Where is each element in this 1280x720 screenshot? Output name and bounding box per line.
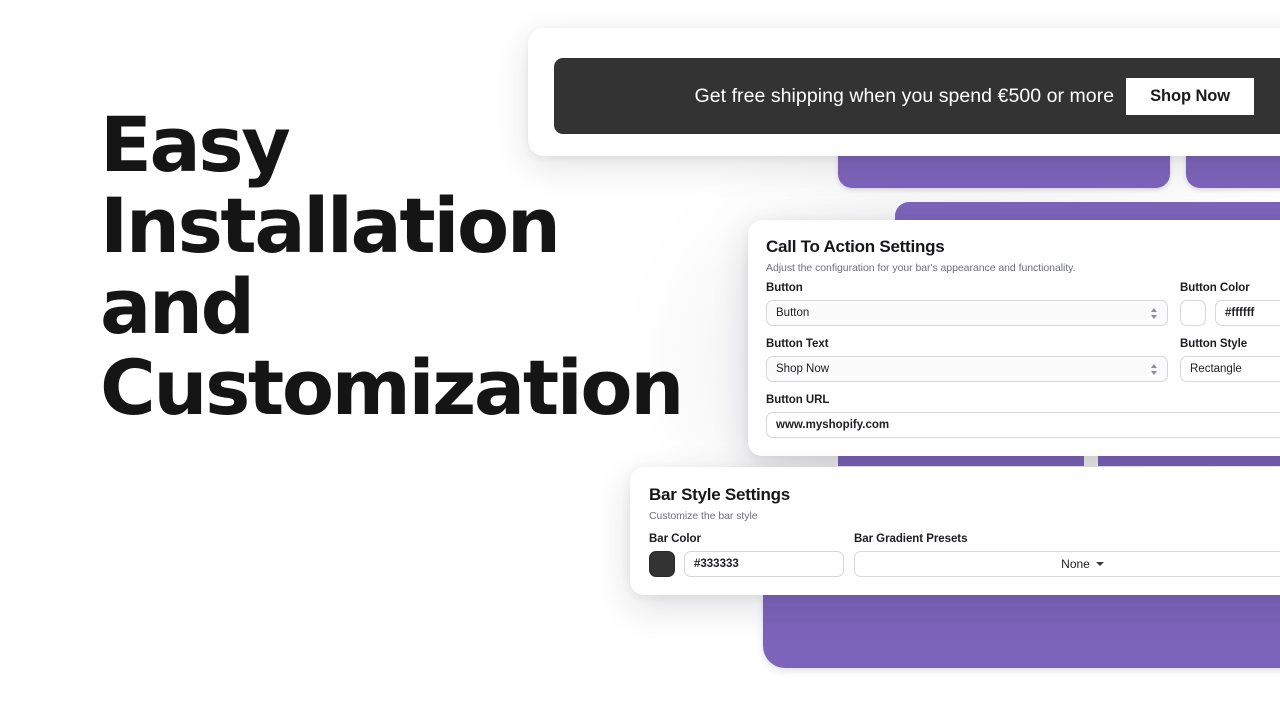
bar-gradient-presets-label: Bar Gradient Presets — [854, 533, 968, 545]
bar-panel-subtitle: Customize the bar style — [649, 510, 758, 522]
button-color-input[interactable]: #ffffff — [1215, 300, 1280, 326]
bar-color-field-label: Bar Color — [649, 533, 701, 545]
button-color-swatch[interactable] — [1180, 300, 1206, 326]
button-field-group: Button Button — [766, 282, 1168, 326]
chevron-down-icon — [1095, 562, 1104, 566]
button-style-select[interactable]: Rectangle — [1180, 356, 1280, 382]
button-select-value: Button — [776, 307, 810, 319]
button-url-input[interactable]: www.myshopify.com — [766, 412, 1280, 438]
bar-gradient-presets-dropdown[interactable]: None — [854, 551, 1280, 577]
chevron-updown-icon — [1149, 362, 1158, 376]
button-text-select[interactable]: Shop Now — [766, 356, 1168, 382]
bar-style-settings-panel: Bar Style Settings Customize the bar sty… — [630, 467, 1280, 595]
button-style-field-group: Button Style Rectangle — [1180, 338, 1280, 382]
bar-gradient-presets-value: None — [1061, 557, 1090, 571]
bar-color-field-group: Bar Color #333333 — [649, 533, 844, 577]
button-text-field-label: Button Text — [766, 338, 829, 350]
button-select[interactable]: Button — [766, 300, 1168, 326]
call-to-action-settings-panel: Call To Action Settings Adjust the confi… — [748, 220, 1280, 456]
announcement-message: Get free shipping when you spend €500 or… — [694, 84, 1115, 107]
button-text-select-value: Shop Now — [776, 363, 830, 375]
bar-gradient-presets-field-group: Bar Gradient Presets None — [854, 533, 1280, 577]
button-url-field-label: Button URL — [766, 394, 830, 406]
cta-panel-header: Call To Action Settings Adjust the confi… — [766, 237, 1076, 274]
cta-panel-title: Call To Action Settings — [766, 237, 945, 256]
button-field-label: Button — [766, 282, 803, 294]
chevron-updown-icon — [1149, 306, 1158, 320]
bar-panel-header: Bar Style Settings Customize the bar sty… — [649, 485, 790, 522]
button-url-field-group: Button URL www.myshopify.com — [766, 394, 1280, 438]
bar-panel-title: Bar Style Settings — [649, 485, 790, 504]
shop-now-button[interactable]: Shop Now — [1126, 77, 1254, 115]
bar-color-swatch[interactable] — [649, 551, 675, 577]
decorative-purple-block-6 — [763, 594, 1280, 668]
bar-color-input-value: #333333 — [694, 558, 739, 570]
button-text-field-group: Button Text Shop Now — [766, 338, 1168, 382]
button-color-input-value: #ffffff — [1225, 307, 1255, 319]
button-url-input-value: www.myshopify.com — [776, 419, 890, 431]
button-style-field-label: Button Style — [1180, 338, 1248, 350]
cta-panel-subtitle: Adjust the configuration for your bar's … — [766, 262, 1076, 274]
promo-screenshot: Easy Installation and Customization Get … — [0, 0, 1280, 720]
button-color-field-group: Button Color #ffffff — [1180, 282, 1280, 326]
bar-color-input[interactable]: #333333 — [684, 551, 844, 577]
button-style-select-value: Rectangle — [1190, 363, 1242, 375]
announcement-bar: Get free shipping when you spend €500 or… — [554, 58, 1280, 134]
button-color-field-label: Button Color — [1180, 282, 1250, 294]
